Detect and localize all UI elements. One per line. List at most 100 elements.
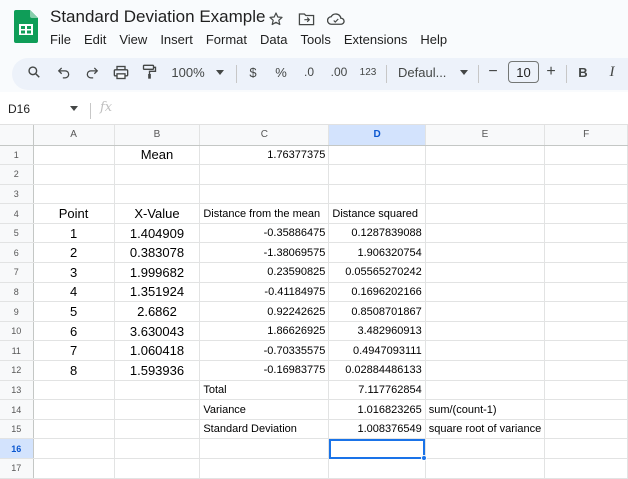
cell-a11[interactable]: 7 xyxy=(33,340,115,362)
increase-font-size-button[interactable]: + xyxy=(544,58,558,86)
row-header-15[interactable]: 15 xyxy=(0,419,34,440)
cell-e13[interactable] xyxy=(425,380,546,401)
redo-icon[interactable] xyxy=(84,58,100,86)
italic-button[interactable]: I xyxy=(606,58,618,86)
format-percent-button[interactable]: % xyxy=(274,58,288,86)
cell-b17[interactable] xyxy=(114,458,201,479)
cell-b15[interactable] xyxy=(114,419,201,440)
cell-b9[interactable]: 2.6862 xyxy=(114,301,201,322)
cell-e6[interactable] xyxy=(425,242,546,264)
cell-d8[interactable]: 0.1696202166 xyxy=(328,282,426,303)
row-header-8[interactable]: 8 xyxy=(0,282,34,303)
cell-e5[interactable] xyxy=(425,223,546,244)
column-header-d[interactable]: D xyxy=(328,125,426,146)
cell-c10[interactable]: 1.86626925 xyxy=(199,321,330,342)
cell-d3[interactable] xyxy=(328,184,426,205)
search-menus-icon[interactable] xyxy=(26,58,42,86)
cell-b2[interactable] xyxy=(114,164,201,185)
cell-b11[interactable]: 1.060418 xyxy=(114,340,201,362)
cell-b12[interactable]: 1.593936 xyxy=(114,360,201,381)
menu-insert[interactable]: Insert xyxy=(160,32,193,47)
column-header-a[interactable]: A xyxy=(33,125,115,146)
row-header-16[interactable]: 16 xyxy=(0,438,34,459)
cell-a1[interactable] xyxy=(33,145,115,166)
cell-d16[interactable] xyxy=(328,438,426,459)
cell-e14[interactable]: sum/(count-1) xyxy=(425,399,546,420)
cell-c9[interactable]: 0.92242625 xyxy=(199,301,330,322)
row-header-10[interactable]: 10 xyxy=(0,321,34,342)
font-family-select[interactable]: Defaul... xyxy=(398,58,454,86)
move-to-folder-icon[interactable] xyxy=(296,9,316,29)
cell-e17[interactable] xyxy=(425,458,546,479)
row-header-11[interactable]: 11 xyxy=(0,340,34,362)
row-header-6[interactable]: 6 xyxy=(0,242,34,264)
cell-a5[interactable]: 1 xyxy=(33,223,115,244)
cell-a2[interactable] xyxy=(33,164,115,185)
row-header-17[interactable]: 17 xyxy=(0,458,34,479)
cell-f4[interactable] xyxy=(544,203,628,224)
column-header-c[interactable]: C xyxy=(199,125,330,146)
cell-b3[interactable] xyxy=(114,184,201,205)
zoom-select[interactable]: 100% xyxy=(170,58,206,86)
menu-file[interactable]: File xyxy=(50,32,71,47)
cell-e9[interactable] xyxy=(425,301,546,322)
cell-b7[interactable]: 1.999682 xyxy=(114,262,201,283)
cell-f9[interactable] xyxy=(544,301,628,322)
cell-c2[interactable] xyxy=(199,164,330,185)
cell-a10[interactable]: 6 xyxy=(33,321,115,342)
cell-a13[interactable] xyxy=(33,380,115,401)
cell-f5[interactable] xyxy=(544,223,628,244)
menu-format[interactable]: Format xyxy=(206,32,247,47)
cell-c12[interactable]: -0.16983775 xyxy=(199,360,330,381)
cell-a6[interactable]: 2 xyxy=(33,242,115,264)
star-icon[interactable] xyxy=(266,9,286,29)
cell-a9[interactable]: 5 xyxy=(33,301,115,322)
cell-a14[interactable] xyxy=(33,399,115,420)
document-title[interactable]: Standard Deviation Example xyxy=(50,7,265,27)
cell-d13[interactable]: 7.117762854 xyxy=(328,380,426,401)
cell-c14[interactable]: Variance xyxy=(199,399,330,420)
cell-a12[interactable]: 8 xyxy=(33,360,115,381)
cell-c15[interactable]: Standard Deviation xyxy=(199,419,330,440)
cell-e1[interactable] xyxy=(425,145,546,166)
cell-f2[interactable] xyxy=(544,164,628,185)
font-dropdown-icon[interactable] xyxy=(458,58,470,86)
cell-b4[interactable]: X-Value xyxy=(114,203,201,224)
row-header-5[interactable]: 5 xyxy=(0,223,34,244)
cell-a4[interactable]: Point xyxy=(33,203,115,224)
cell-f6[interactable] xyxy=(544,242,628,264)
cell-a17[interactable] xyxy=(33,458,115,479)
cell-b14[interactable] xyxy=(114,399,201,420)
cell-e10[interactable] xyxy=(425,321,546,342)
cell-b16[interactable] xyxy=(114,438,201,459)
cell-e11[interactable] xyxy=(425,340,546,362)
cell-f8[interactable] xyxy=(544,282,628,303)
paint-format-icon[interactable] xyxy=(140,58,158,86)
cell-d10[interactable]: 3.482960913 xyxy=(328,321,426,342)
cell-d14[interactable]: 1.016823265 xyxy=(328,399,426,420)
cell-d7[interactable]: 0.05565270242 xyxy=(328,262,426,283)
cell-b13[interactable] xyxy=(114,380,201,401)
menu-tools[interactable]: Tools xyxy=(300,32,330,47)
menu-help[interactable]: Help xyxy=(420,32,447,47)
zoom-dropdown-icon[interactable] xyxy=(214,58,226,86)
row-header-2[interactable]: 2 xyxy=(0,164,34,185)
cell-f15[interactable] xyxy=(544,419,628,440)
row-header-4[interactable]: 4 xyxy=(0,203,34,224)
cell-d1[interactable] xyxy=(328,145,426,166)
cell-c3[interactable] xyxy=(199,184,330,205)
column-header-f[interactable]: F xyxy=(544,125,628,146)
cell-a15[interactable] xyxy=(33,419,115,440)
decrease-font-size-button[interactable]: − xyxy=(486,58,500,86)
cell-d11[interactable]: 0.4947093111 xyxy=(328,340,426,362)
undo-icon[interactable] xyxy=(56,58,72,86)
cell-f7[interactable] xyxy=(544,262,628,283)
column-header-b[interactable]: B xyxy=(114,125,201,146)
cell-f16[interactable] xyxy=(544,438,628,459)
cell-b10[interactable]: 3.630043 xyxy=(114,321,201,342)
cell-f17[interactable] xyxy=(544,458,628,479)
cell-e16[interactable] xyxy=(425,438,546,459)
fill-handle[interactable] xyxy=(421,454,428,461)
increase-decimal-button[interactable]: .00 xyxy=(328,58,350,86)
print-icon[interactable] xyxy=(112,58,130,86)
